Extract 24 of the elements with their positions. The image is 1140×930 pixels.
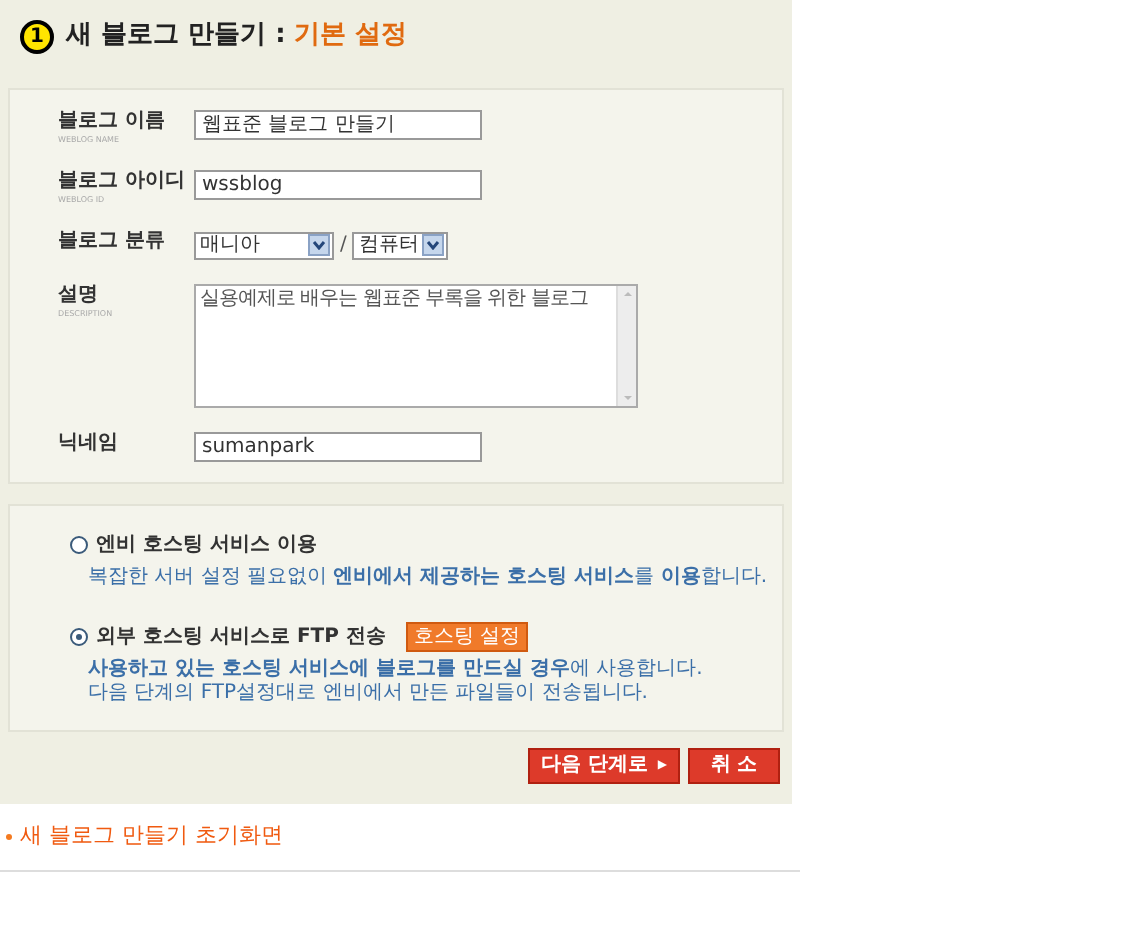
option-description: 복잡한 서버 설정 필요없이 엔비에서 제공하는 호스팅 서비스를 이용합니다.	[88, 566, 770, 590]
field-label: 블로그 이름	[58, 110, 167, 134]
field-label: 블로그 아이디	[58, 170, 187, 194]
radio-button[interactable]	[70, 628, 88, 646]
option-description: 다음 단계의 FTP설정대로 엔비에서 만든 파일들이 전송됩니다.	[88, 682, 650, 706]
cancel-button[interactable]: 취 소	[688, 748, 780, 784]
figure-caption: 새 블로그 만들기 초기화면	[20, 820, 283, 852]
page-subtitle: 기본 설정	[293, 18, 407, 55]
text-input[interactable]: wssblog	[194, 170, 482, 200]
text-input[interactable]: sumanpark	[194, 432, 482, 462]
option-label: 외부 호스팅 서비스로 FTP 전송	[96, 624, 386, 652]
field-label: 닉네임	[58, 432, 120, 456]
text-input[interactable]: 웹표준 블로그 만들기	[194, 110, 482, 140]
page-title: 새 블로그 만들기 :	[66, 18, 286, 55]
separator-slash: /	[340, 232, 347, 260]
step-number-badge: 1	[20, 19, 54, 53]
dropdown[interactable]: 컴퓨터	[352, 231, 449, 259]
bullet-icon	[6, 833, 12, 840]
radio-button[interactable]	[70, 536, 88, 554]
option-label: 엔비 호스팅 서비스 이용	[96, 532, 317, 560]
dropdown[interactable]: 매니아	[194, 231, 334, 259]
field-label: 설명	[58, 284, 100, 308]
field-label: 블로그 분류	[58, 230, 167, 254]
option-description: 사용하고 있는 호스팅 서비스에 블로그를 만드실 경우에 사용합니다.	[88, 658, 705, 682]
